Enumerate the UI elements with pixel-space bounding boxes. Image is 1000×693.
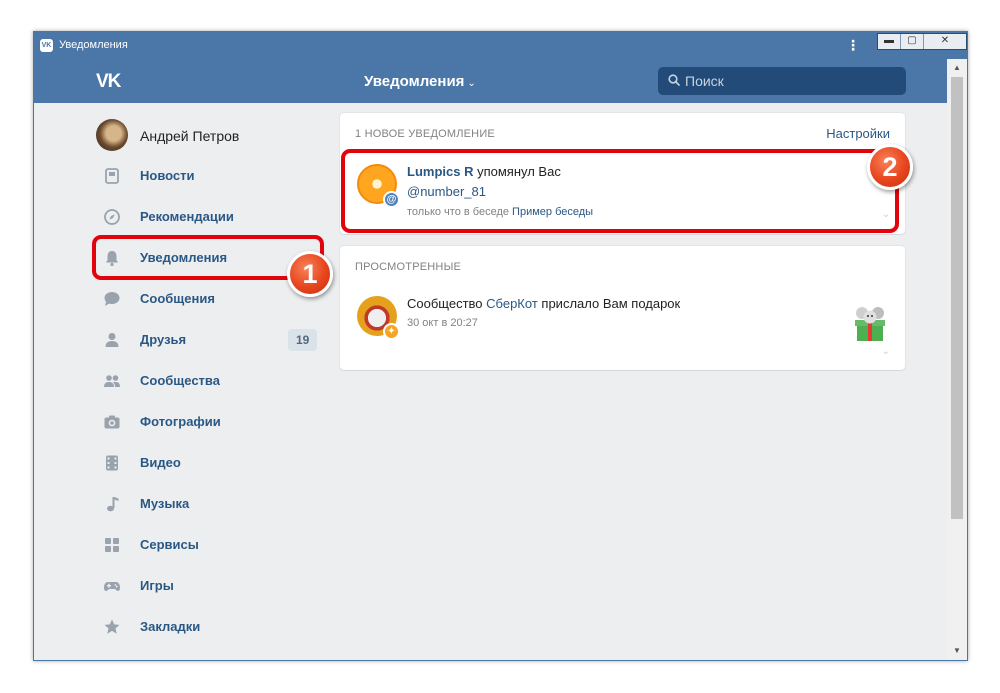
title-bar: VK Уведомления ⋮ ▬ ▢ ✕ xyxy=(34,32,967,59)
highlight-box-2 xyxy=(341,149,899,233)
gift-notification[interactable]: ✦ Сообщество СберКот прислало Вам подаро… xyxy=(340,296,905,360)
sidebar-item-label: Видео xyxy=(140,455,181,470)
scrollbar-thumb[interactable] xyxy=(951,77,963,519)
maximize-button[interactable]: ▢ xyxy=(901,34,924,49)
sidebar-item-label: Фотографии xyxy=(140,414,221,429)
chevron-down-icon[interactable]: ⌄ xyxy=(882,346,890,357)
sidebar-item-video[interactable]: Видео xyxy=(92,446,324,480)
profile-name: Андрей Петров xyxy=(140,128,240,144)
window-menu-icon[interactable]: ⋮ xyxy=(846,37,860,53)
settings-link[interactable]: Настройки xyxy=(826,126,890,141)
vertical-scrollbar[interactable]: ▲ ▼ xyxy=(947,59,967,660)
sidebar-item-services[interactable]: Сервисы xyxy=(92,528,324,562)
sidebar-item-label: Сообщества xyxy=(140,373,220,388)
friends-count-badge: 19 xyxy=(288,329,318,351)
gift-badge-icon: ✦ xyxy=(383,323,400,340)
apps-icon xyxy=(105,538,119,552)
window-controls: ▬ ▢ ✕ xyxy=(877,33,967,50)
sidebar-item-photos[interactable]: Фотографии xyxy=(92,405,324,439)
person-icon xyxy=(105,333,119,347)
newspaper-icon xyxy=(105,168,119,184)
sidebar-item-label: Новости xyxy=(140,168,195,183)
new-notifications-header: 1 НОВОЕ УВЕДОМЛЕНИЕ xyxy=(355,128,495,140)
app-window: VK Уведомления ⋮ ▬ ▢ ✕ VK Уведомления⌄ ▲… xyxy=(33,31,968,661)
chat-bubble-icon xyxy=(104,292,120,306)
minimize-button[interactable]: ▬ xyxy=(878,34,901,49)
callout-marker-2: 2 xyxy=(867,144,913,190)
section-title: Уведомления xyxy=(364,73,465,90)
window-title: Уведомления xyxy=(59,39,128,51)
viewed-notifications-header: ПРОСМОТРЕННЫЕ xyxy=(355,261,462,273)
music-note-icon xyxy=(107,497,119,512)
chevron-down-icon: ⌄ xyxy=(467,78,476,89)
search-icon xyxy=(668,74,680,86)
gift-image-icon[interactable] xyxy=(850,304,890,344)
sidebar-item-games[interactable]: Игры xyxy=(92,569,324,603)
callout-marker-1: 1 xyxy=(287,251,333,297)
search-input[interactable] xyxy=(685,67,895,95)
community-link[interactable]: СберКот xyxy=(486,296,538,311)
profile-link[interactable]: Андрей Петров xyxy=(92,119,324,152)
scroll-up-icon[interactable]: ▲ xyxy=(947,61,967,75)
notification-text: Сообщество СберКот прислало Вам подарок xyxy=(407,296,681,311)
sidebar-item-label: Музыка xyxy=(140,496,190,511)
sidebar-item-label: Игры xyxy=(140,578,174,593)
sidebar-item-friends[interactable]: Друзья 19 xyxy=(92,323,324,357)
camera-icon xyxy=(104,415,120,429)
sidebar-item-messages[interactable]: Сообщения xyxy=(92,282,324,316)
vk-logo[interactable]: VK xyxy=(96,71,121,93)
close-button[interactable]: ✕ xyxy=(924,34,966,49)
star-icon xyxy=(104,619,120,634)
sidebar-item-bookmarks[interactable]: Закладки xyxy=(92,610,324,644)
sidebar-item-label: Сервисы xyxy=(140,537,199,552)
sidebar-item-label: Сообщения xyxy=(140,291,215,306)
notification-time: 30 окт в 20:27 xyxy=(407,317,478,329)
scroll-down-icon[interactable]: ▼ xyxy=(947,644,967,658)
search-box[interactable] xyxy=(658,67,906,95)
sidebar-item-label: Друзья xyxy=(140,332,187,347)
gamepad-icon xyxy=(104,582,120,591)
film-icon xyxy=(106,455,118,471)
compass-icon xyxy=(104,209,120,225)
sidebar-item-music[interactable]: Музыка xyxy=(92,487,324,521)
sidebar-item-label: Рекомендации xyxy=(140,209,234,224)
people-icon xyxy=(104,375,120,387)
sidebar-item-label: Закладки xyxy=(140,619,201,634)
sidebar-item-recommendations[interactable]: Рекомендации xyxy=(92,200,324,234)
vk-app-icon: VK xyxy=(40,39,53,52)
sidebar-item-communities[interactable]: Сообщества xyxy=(92,364,324,398)
sidebar-item-news[interactable]: Новости xyxy=(92,159,324,193)
viewed-notifications-card: ПРОСМОТРЕННЫЕ ✦ Сообщество СберКот присл… xyxy=(340,246,905,370)
app-header: VK Уведомления ⌄ xyxy=(34,59,947,103)
avatar xyxy=(96,119,128,151)
section-dropdown[interactable]: Уведомления ⌄ xyxy=(364,73,476,90)
